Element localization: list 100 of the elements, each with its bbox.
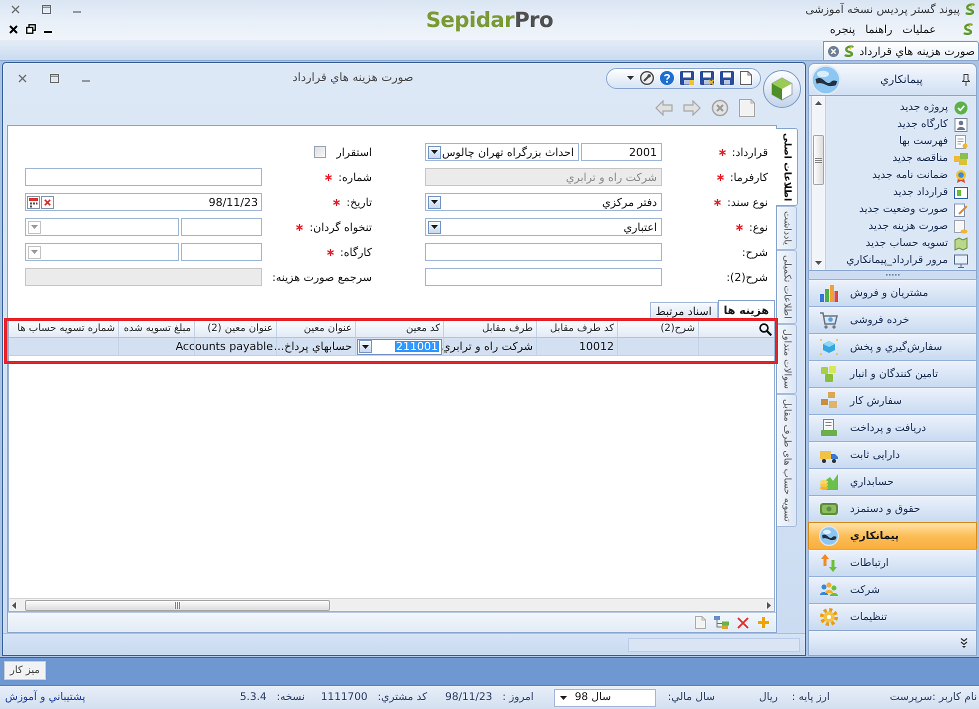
text-field[interactable] <box>181 243 262 261</box>
module-button[interactable]: ارتباطات <box>808 549 977 576</box>
task-link[interactable]: پروژه جدید <box>900 99 976 116</box>
column-header[interactable]: شماره تسویه حساب ها <box>9 321 119 337</box>
dropdown-button[interactable] <box>428 220 441 234</box>
page-coin-icon <box>954 220 968 234</box>
grip-icon <box>175 602 180 608</box>
scrollbar-thumb[interactable] <box>25 600 330 610</box>
combo-box[interactable]: اعتباري <box>425 218 662 236</box>
column-header[interactable]: طرف مقابل <box>444 321 537 337</box>
desktop-tab[interactable]: میز کار <box>4 661 46 680</box>
calendar-icon[interactable] <box>27 196 40 208</box>
task-link[interactable]: ضمانت نامه جدید <box>872 167 976 184</box>
text-field[interactable] <box>425 268 662 286</box>
module-button[interactable]: خرده فروشی <box>808 306 977 333</box>
side-tab[interactable]: اطلاعات اصلی <box>776 128 798 206</box>
task-link[interactable]: قرارداد جدید <box>893 184 976 201</box>
side-tab[interactable]: یادداشت <box>777 206 797 250</box>
task-link[interactable]: صورت هزینه جدید <box>868 218 976 235</box>
column-header[interactable]: عنوان معین <box>277 321 356 337</box>
text-field[interactable]: 2001 <box>581 143 662 161</box>
side-tab[interactable]: سوالات متداول <box>777 324 797 394</box>
module-button[interactable]: مشتریان و فروش <box>808 279 977 306</box>
tree-icon[interactable] <box>714 616 729 629</box>
task-link[interactable]: کارگاه جدید <box>897 116 976 133</box>
maximize-icon[interactable] <box>50 74 59 82</box>
vertical-scrollbar[interactable] <box>811 96 826 270</box>
dropdown-button[interactable] <box>428 196 441 208</box>
menu-item[interactable]: راهنما <box>860 20 898 38</box>
module-button[interactable]: حقوق و دستمزد <box>808 495 977 522</box>
minimize-icon[interactable] <box>82 80 90 82</box>
customer-code-value: 1111700 <box>320 692 368 703</box>
grip-icon <box>815 158 822 162</box>
horizontal-scrollbar[interactable] <box>9 598 774 611</box>
swirl-logo-icon <box>965 3 975 15</box>
up-down-arrows-icon <box>819 553 839 573</box>
module-button[interactable]: شرکت <box>808 576 977 603</box>
side-tab[interactable]: تسویه حساب های طرف مقابل <box>777 394 797 527</box>
arrow-up-icon[interactable] <box>815 101 822 105</box>
column-header[interactable]: شرح(2) <box>618 321 699 337</box>
box-icon <box>819 337 839 357</box>
module-button[interactable]: سفارش کار <box>808 387 977 414</box>
caret-icon <box>31 250 38 254</box>
module-button[interactable]: سفارش‌گیري و پخش <box>808 333 977 360</box>
app-logo: SepidarPro <box>426 8 554 32</box>
module-button[interactable]: دریافت و پرداخت <box>808 414 977 441</box>
column-header[interactable]: مبلغ تسویه شده <box>119 321 195 337</box>
module-button[interactable]: تامین کنندگان و انبار <box>808 360 977 387</box>
combo-box[interactable]: احداث بزرگراه تهران چالوس <box>425 143 579 161</box>
module-button[interactable]: دارایی ثابت <box>808 441 977 468</box>
cubes-icon <box>819 364 839 384</box>
task-link[interactable]: فهرست بها <box>898 133 976 150</box>
menu-item[interactable]: عملیات <box>897 20 941 38</box>
clear-icon[interactable] <box>41 196 54 208</box>
document-tab[interactable]: صورت هزینه هاي قرارداد <box>823 41 979 60</box>
year-dropdown[interactable]: سال 98 <box>554 688 656 706</box>
column-header[interactable]: کد طرف مقابل <box>537 321 618 337</box>
field-label: قرارداد: <box>732 146 768 158</box>
text-field[interactable] <box>425 243 662 261</box>
date-field[interactable]: 98/11/23 <box>25 193 262 211</box>
arrow-down-icon[interactable] <box>815 261 822 265</box>
scrollbar-thumb[interactable] <box>813 135 824 185</box>
support-link[interactable]: پشتيباني و آموزش <box>5 692 86 703</box>
task-link[interactable]: مناقصه جدید <box>892 150 976 167</box>
pin-icon[interactable] <box>962 74 970 86</box>
close-icon[interactable] <box>9 24 18 34</box>
text-field[interactable] <box>181 218 262 236</box>
column-header[interactable]: عنوان معین (2) <box>195 321 277 337</box>
caret-icon <box>431 150 438 154</box>
module-button[interactable]: تنظیمات <box>808 603 977 630</box>
module-button[interactable]: حسابداري <box>808 468 977 495</box>
panel-title: پیمانکاري <box>880 74 923 85</box>
combo-box[interactable]: دفتر مرکزي <box>425 193 662 211</box>
text-field[interactable] <box>25 168 262 186</box>
arrow-left-icon[interactable] <box>12 602 16 608</box>
search-icon[interactable] <box>759 322 772 336</box>
column-header[interactable]: کد معین <box>356 321 444 337</box>
side-tab[interactable]: اطلاعات تکمیلی <box>777 250 797 324</box>
boxes-icon <box>819 391 839 411</box>
dropdown-button[interactable] <box>359 340 372 353</box>
app-menu-button[interactable] <box>763 70 801 108</box>
task-link[interactable]: مرور قرارداد_پیمانکاري <box>846 252 976 269</box>
save-icon <box>700 71 714 85</box>
task-link[interactable]: صورت وضعیت جدید <box>859 201 976 218</box>
module-button[interactable]: پیمانکاري <box>808 522 977 549</box>
cart-icon <box>819 310 839 330</box>
arrow-right-icon[interactable] <box>767 602 771 608</box>
splitter-handle[interactable] <box>808 270 977 279</box>
globe-icon <box>819 526 839 546</box>
menu-item[interactable]: پنجره <box>824 20 860 38</box>
delete-icon[interactable] <box>737 616 749 628</box>
dropdown-button[interactable] <box>428 146 441 158</box>
checkbox[interactable] <box>314 146 326 158</box>
task-link[interactable]: تسویه حساب جدید <box>866 235 976 252</box>
minimize-icon[interactable] <box>73 11 81 13</box>
restore-icon[interactable] <box>26 24 36 34</box>
wrench-icon <box>640 71 654 85</box>
double-chevron-icon[interactable] <box>960 638 968 648</box>
table-cell: شرکت راه و ترابري <box>442 341 533 352</box>
maximize-icon[interactable] <box>42 4 51 14</box>
